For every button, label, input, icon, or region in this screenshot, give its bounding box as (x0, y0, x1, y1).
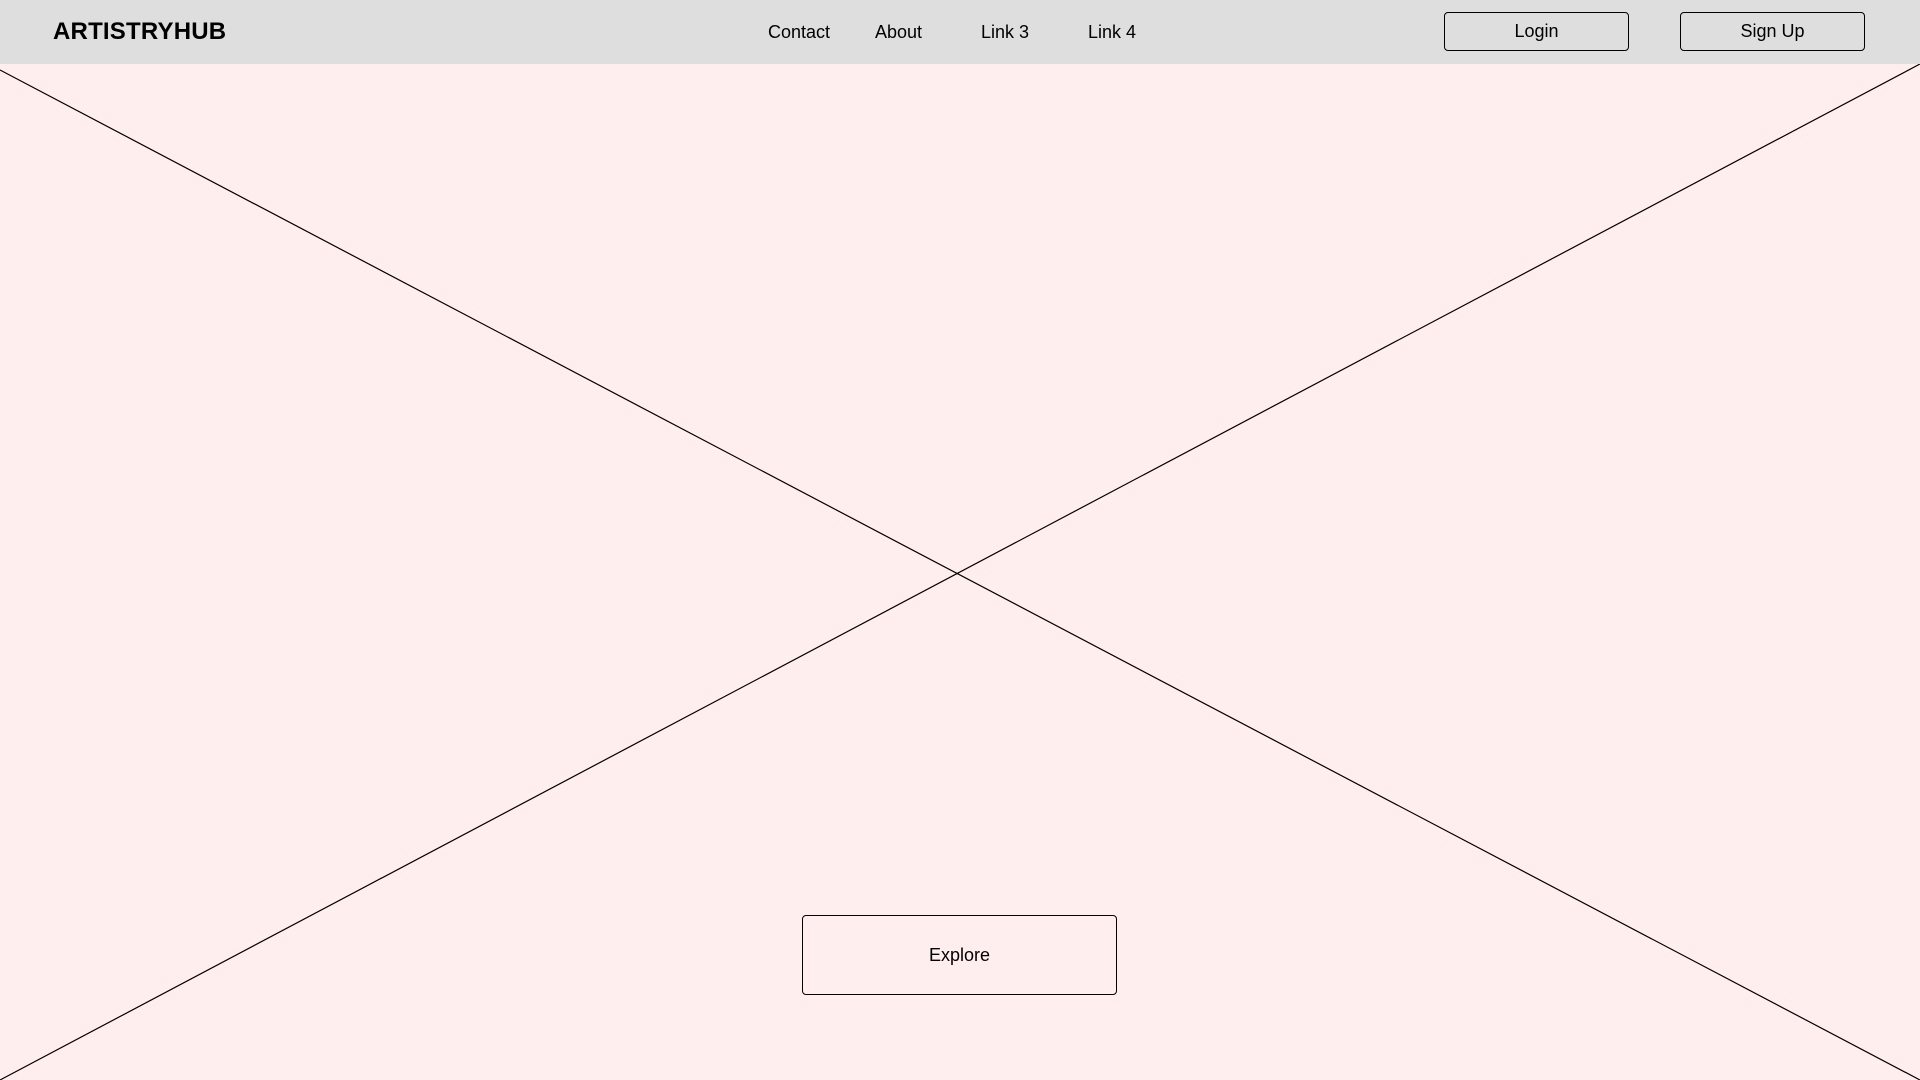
signup-button[interactable]: Sign Up (1680, 12, 1865, 51)
nav-link-contact[interactable]: Contact (768, 0, 830, 64)
top-navbar: ARTISTRYHUB Contact About Link 3 Link 4 … (0, 0, 1920, 64)
nav-link-4[interactable]: Link 4 (1088, 0, 1136, 64)
nav-link-about[interactable]: About (875, 0, 922, 64)
explore-button[interactable]: Explore (802, 915, 1117, 995)
page: ARTISTRYHUB Contact About Link 3 Link 4 … (0, 0, 1920, 1080)
brand-logo[interactable]: ARTISTRYHUB (53, 0, 226, 64)
login-button[interactable]: Login (1444, 12, 1629, 51)
hero-section: Explore (0, 64, 1920, 1080)
nav-link-3[interactable]: Link 3 (981, 0, 1029, 64)
